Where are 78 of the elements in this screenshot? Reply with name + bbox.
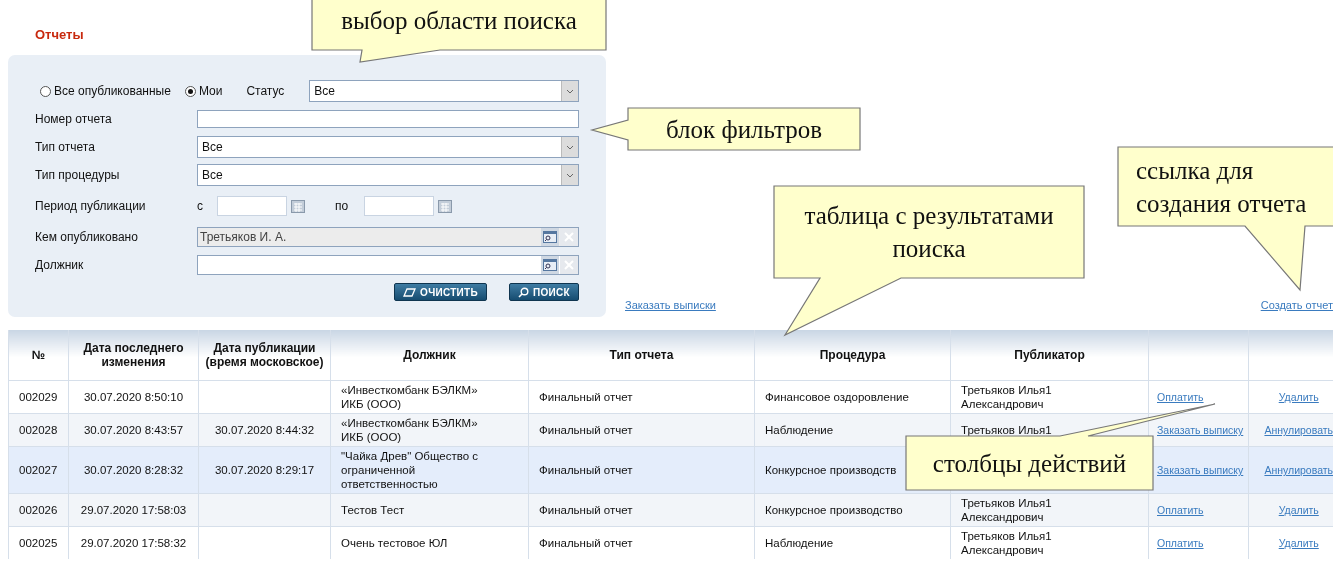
- table-cell-text: «Инвесткомбанк БЭЛКМ» ИКБ (ООО): [341, 416, 479, 444]
- table-cell: 30.07.2020 8:28:32: [83, 464, 184, 476]
- table-cell: 30.07.2020 8:44:32: [214, 424, 315, 436]
- table-cell: Конкурсное производств: [765, 464, 897, 476]
- table-cell: 30.07.2020 8:29:17: [214, 464, 315, 476]
- eraser-icon: [403, 287, 417, 297]
- table-cell-text: Третьяков Илья1 Александрович: [961, 383, 1053, 411]
- search-icon: [518, 286, 529, 298]
- action-link[interactable]: Оплатить: [1157, 536, 1245, 550]
- search-button[interactable]: ПОИСК: [509, 283, 579, 301]
- page-title: Отчеты: [35, 27, 84, 42]
- column-header: Дата последнего изменения: [68, 330, 199, 381]
- table-cell: Финальный отчет: [539, 424, 633, 436]
- field-label: Кем опубликовано: [35, 230, 139, 244]
- action-link[interactable]: Удалить: [1252, 536, 1333, 550]
- field-label: Тип отчета: [35, 140, 96, 154]
- table-cell-text: «Инвесткомбанк БЭЛКМ» ИКБ (ООО): [341, 383, 479, 411]
- field-label: Период публикации: [35, 199, 147, 213]
- table-cell: Наблюдение: [765, 537, 834, 549]
- callout-text: выбор области поиска: [341, 5, 577, 36]
- table-cell: Финальный отчет: [539, 504, 633, 516]
- link[interactable]: Заказать выписки: [625, 299, 716, 311]
- action-link[interactable]: Удалить: [1252, 390, 1333, 404]
- callout-text: столбцы действий: [932, 448, 1127, 479]
- column-header: Публикатор: [950, 330, 1149, 381]
- field-label: Тип процедуры: [35, 168, 121, 182]
- table-cell: 002027: [19, 464, 58, 476]
- date-field[interactable]: [364, 196, 435, 216]
- table-cell-text: Тестов Тест: [341, 503, 406, 517]
- select-field[interactable]: Все: [197, 136, 579, 158]
- select-field[interactable]: Все: [197, 164, 579, 186]
- field-label: Должник: [35, 258, 85, 272]
- table-cell: 002029: [19, 391, 58, 403]
- chevron-icon[interactable]: [561, 137, 578, 157]
- calendar-icon[interactable]: [438, 199, 453, 213]
- callout-text: блок фильтров: [666, 114, 822, 145]
- table-cell: 002025: [19, 537, 58, 549]
- select-field[interactable]: Все: [309, 80, 579, 102]
- table-cell: 29.07.2020 17:58:32: [80, 537, 187, 549]
- table-cell: Финальный отчет: [539, 391, 633, 403]
- table-cell-text: Третьяков Илья1 Александрович: [961, 496, 1053, 524]
- column-header: Должник: [330, 330, 529, 381]
- calendar-icon[interactable]: [291, 199, 305, 213]
- callout-text: ссылка для создания отчета: [1136, 155, 1308, 219]
- radio-option[interactable]: Мои: [184, 84, 223, 98]
- table-cell-text: Третьяков Илья1 Александрович: [961, 529, 1053, 557]
- field-label: Статус: [246, 84, 285, 98]
- table-cell: Наблюдение: [765, 424, 834, 436]
- column-header: Процедура: [754, 330, 951, 381]
- action-link[interactable]: Оплатить: [1157, 390, 1245, 404]
- table-cell: 002028: [19, 424, 58, 436]
- table-cell: Конкурсное производство: [765, 504, 903, 516]
- table-cell-text: Очень тестовое ЮЛ: [341, 536, 449, 550]
- callout-text: таблица с результатами поиска: [803, 201, 1055, 264]
- input-field[interactable]: [197, 110, 579, 128]
- link[interactable]: Создать отчет: [1260, 299, 1333, 311]
- table-cell-text: "Чайка Древ" Общество с ограниченной ответственностью: [341, 449, 479, 491]
- date-field[interactable]: [217, 196, 287, 216]
- table-cell: 29.07.2020 17:58:03: [80, 504, 187, 516]
- column-header: Тип отчета: [528, 330, 755, 381]
- column-header: Дата публикации (время московское): [198, 330, 331, 381]
- table-cell: 002026: [19, 504, 58, 516]
- field-label: с: [197, 199, 203, 213]
- table-cell: Финальный отчет: [539, 537, 633, 549]
- lookup-field[interactable]: [197, 255, 579, 275]
- search-icon[interactable]: [541, 256, 559, 274]
- table-cell: 30.07.2020 8:50:10: [83, 391, 184, 403]
- chevron-icon[interactable]: [561, 81, 578, 101]
- chevron-icon[interactable]: [561, 165, 578, 185]
- table-cell: 30.07.2020 8:43:57: [83, 424, 184, 436]
- field-label: Номер отчета: [35, 112, 113, 126]
- table-cell-text: Третьяков Илья1: [961, 423, 1053, 437]
- clear-button[interactable]: ОЧИСТИТЬ: [394, 283, 487, 301]
- column-header: №: [8, 330, 69, 381]
- table-cell: Финансовое оздоровление: [765, 391, 909, 403]
- radio-option[interactable]: Все опубликованные: [40, 84, 171, 98]
- field-label: по: [335, 199, 349, 213]
- table-cell: Финальный отчет: [539, 464, 633, 476]
